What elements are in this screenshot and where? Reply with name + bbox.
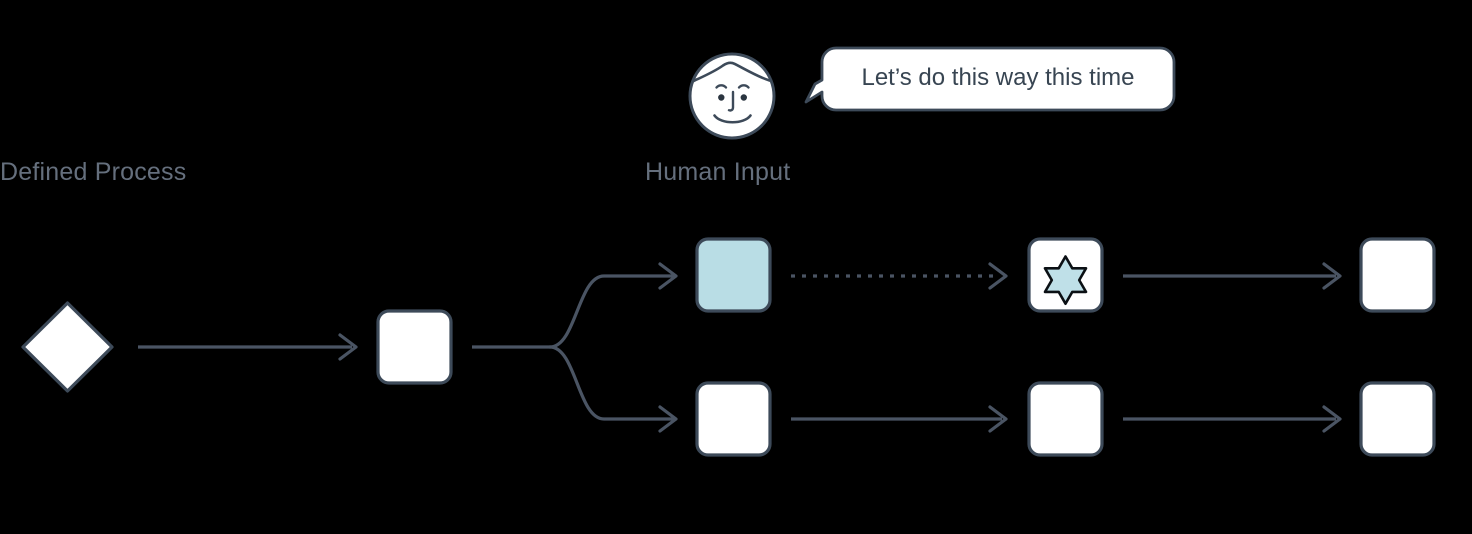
connector-step1-to-branch-top [548, 262, 678, 349]
diagram-vector-layer [21, 46, 1436, 457]
node-branch-bottom-1[interactable] [695, 381, 772, 457]
connector-top1-to-top2-dotted [791, 262, 1008, 290]
node-branch-top-2[interactable] [1027, 237, 1104, 313]
node-branch-bottom-3[interactable] [1359, 381, 1436, 457]
label-defined-process: Defined Process [0, 158, 187, 186]
human-avatar[interactable] [688, 52, 776, 140]
connector-start-to-step1 [138, 333, 358, 361]
speech-bubble-text: Let’s do this way this time [861, 64, 1135, 91]
node-branch-bottom-2[interactable] [1027, 381, 1104, 457]
node-branch-top-3[interactable] [1359, 237, 1436, 313]
node-branch-top-1-highlighted[interactable] [695, 237, 772, 313]
node-start-diamond[interactable] [21, 301, 114, 393]
connector-bottom2-to-bottom3 [1123, 405, 1342, 433]
smiling-face-icon [688, 52, 776, 140]
diagram-canvas: Defined Process Human Input Let’s do thi… [0, 0, 1472, 534]
connector-bottom1-to-bottom2 [791, 405, 1008, 433]
connector-top2-to-top3 [1123, 262, 1342, 290]
node-step-1[interactable] [376, 309, 453, 385]
connector-step1-to-branch-bottom [548, 345, 678, 433]
label-human-input: Human Input [645, 158, 791, 186]
